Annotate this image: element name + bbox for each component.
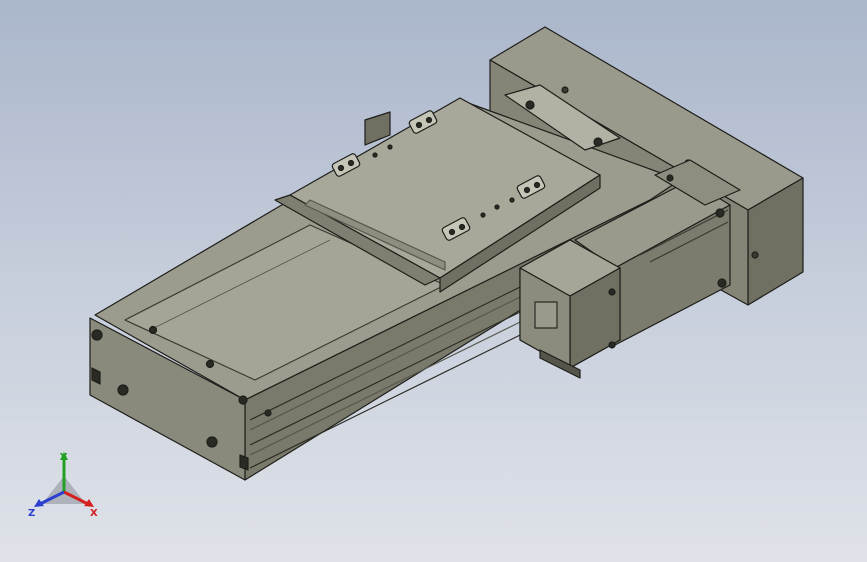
graphics-viewport[interactable]: Y X Z bbox=[0, 0, 867, 562]
linear-actuator-model[interactable] bbox=[0, 0, 867, 562]
y-axis-label: Y bbox=[59, 452, 68, 463]
view-orientation-triad[interactable]: Y X Z bbox=[24, 446, 104, 526]
x-axis-label: X bbox=[90, 508, 98, 519]
z-axis-label: Z bbox=[28, 508, 35, 519]
